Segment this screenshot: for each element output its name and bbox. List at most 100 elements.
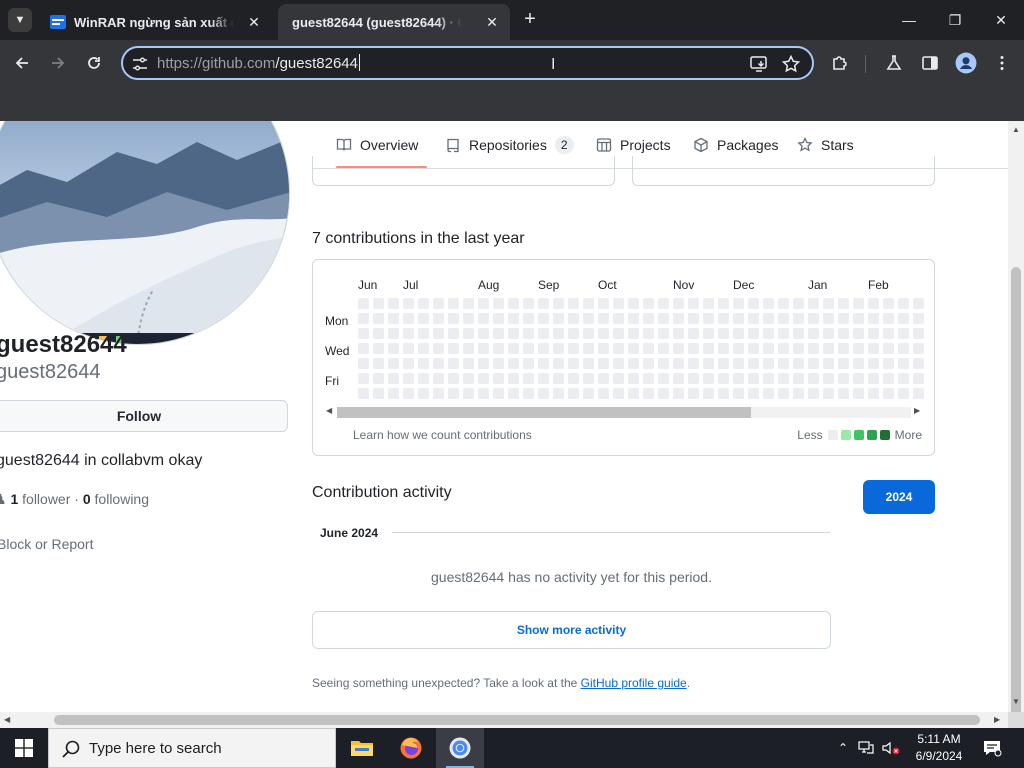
contribution-cell[interactable] xyxy=(853,388,864,399)
contribution-cell[interactable] xyxy=(433,358,444,369)
close-window-button[interactable]: ✕ xyxy=(989,8,1013,32)
contribution-cell[interactable] xyxy=(553,373,564,384)
contribution-cell[interactable] xyxy=(628,313,639,324)
contribution-cell[interactable] xyxy=(553,343,564,354)
tab-overview[interactable]: Overview xyxy=(336,135,418,155)
contribution-cell[interactable] xyxy=(568,373,579,384)
contribution-cell[interactable] xyxy=(373,313,384,324)
contribution-cell[interactable] xyxy=(373,343,384,354)
contribution-cell[interactable] xyxy=(493,298,504,309)
contribution-cell[interactable] xyxy=(898,358,909,369)
restore-button[interactable]: ❐ xyxy=(943,8,967,32)
contribution-cell[interactable] xyxy=(793,388,804,399)
contribution-cell[interactable] xyxy=(733,328,744,339)
contribution-cell[interactable] xyxy=(883,373,894,384)
contribution-cell[interactable] xyxy=(553,388,564,399)
contribution-cell[interactable] xyxy=(643,313,654,324)
contribution-cell[interactable] xyxy=(358,313,369,324)
contribution-cell[interactable] xyxy=(508,328,519,339)
contribution-cell[interactable] xyxy=(853,298,864,309)
contribution-cell[interactable] xyxy=(688,358,699,369)
scroll-down-arrow-icon[interactable]: ▼ xyxy=(1012,697,1020,706)
contribution-cell[interactable] xyxy=(613,358,624,369)
contribution-cell[interactable] xyxy=(373,373,384,384)
contribution-cell[interactable] xyxy=(403,313,414,324)
contribution-cell[interactable] xyxy=(853,343,864,354)
contribution-cell[interactable] xyxy=(793,328,804,339)
contribution-cell[interactable] xyxy=(793,358,804,369)
contribution-cell[interactable] xyxy=(883,298,894,309)
start-button[interactable] xyxy=(0,728,48,768)
contribution-cell[interactable] xyxy=(763,388,774,399)
contribution-cell[interactable] xyxy=(808,388,819,399)
contribution-cell[interactable] xyxy=(913,388,924,399)
site-info-icon[interactable] xyxy=(131,55,149,73)
tab-repositories[interactable]: Repositories 2 xyxy=(445,135,574,155)
contribution-cell[interactable] xyxy=(703,328,714,339)
contribution-cell[interactable] xyxy=(898,373,909,384)
url-text[interactable]: https://github.com/guest82644 xyxy=(157,54,360,72)
contribution-cell[interactable] xyxy=(898,388,909,399)
menu-button[interactable] xyxy=(990,51,1014,75)
contribution-cell[interactable] xyxy=(523,358,534,369)
contribution-cell[interactable] xyxy=(733,343,744,354)
contribution-cell[interactable] xyxy=(763,358,774,369)
contribution-cell[interactable] xyxy=(478,343,489,354)
contribution-cell[interactable] xyxy=(808,328,819,339)
contribution-cell[interactable] xyxy=(598,358,609,369)
contribution-cell[interactable] xyxy=(823,358,834,369)
contribution-cell[interactable] xyxy=(748,328,759,339)
contribution-cell[interactable] xyxy=(823,328,834,339)
contribution-cell[interactable] xyxy=(388,343,399,354)
contribution-cell[interactable] xyxy=(913,343,924,354)
contribution-cell[interactable] xyxy=(748,373,759,384)
contribution-cell[interactable] xyxy=(403,373,414,384)
contribution-cell[interactable] xyxy=(433,298,444,309)
contribution-cell[interactable] xyxy=(733,388,744,399)
year-2024-button[interactable]: 2024 xyxy=(863,480,935,514)
contribution-cell[interactable] xyxy=(868,298,879,309)
contribution-cell[interactable] xyxy=(448,373,459,384)
contribution-cell[interactable] xyxy=(838,343,849,354)
contribution-cell[interactable] xyxy=(658,358,669,369)
tab-projects[interactable]: Projects xyxy=(596,135,671,155)
taskbar-firefox[interactable] xyxy=(387,728,435,768)
contribution-cell[interactable] xyxy=(433,313,444,324)
contribution-cell[interactable] xyxy=(463,298,474,309)
contribution-cell[interactable] xyxy=(883,328,894,339)
contribution-cell[interactable] xyxy=(778,328,789,339)
notification-button[interactable] xyxy=(982,728,1002,768)
contribution-cell[interactable] xyxy=(478,373,489,384)
contribution-cell[interactable] xyxy=(493,388,504,399)
contribution-cell[interactable] xyxy=(688,298,699,309)
contribution-cell[interactable] xyxy=(868,343,879,354)
contribution-cell[interactable] xyxy=(493,373,504,384)
volume-muted-icon[interactable] xyxy=(882,741,900,755)
contribution-cell[interactable] xyxy=(868,358,879,369)
contribution-cell[interactable] xyxy=(643,373,654,384)
contribution-cell[interactable] xyxy=(418,343,429,354)
contribution-cell[interactable] xyxy=(703,343,714,354)
contribution-cell[interactable] xyxy=(823,298,834,309)
contribution-cell[interactable] xyxy=(898,313,909,324)
contribution-cell[interactable] xyxy=(418,358,429,369)
contribution-cell[interactable] xyxy=(463,328,474,339)
contribution-cell[interactable] xyxy=(478,328,489,339)
contribution-cell[interactable] xyxy=(373,388,384,399)
scroll-up-arrow-icon[interactable]: ▲ xyxy=(1012,125,1020,134)
contribution-cell[interactable] xyxy=(403,328,414,339)
contribution-cell[interactable] xyxy=(838,373,849,384)
contribution-cell[interactable] xyxy=(808,313,819,324)
contribution-cell[interactable] xyxy=(733,298,744,309)
contribution-cell[interactable] xyxy=(508,298,519,309)
contribution-cell[interactable] xyxy=(673,328,684,339)
contribution-cell[interactable] xyxy=(778,388,789,399)
contribution-cell[interactable] xyxy=(763,328,774,339)
page-vertical-scrollbar[interactable]: ▲ ▼ xyxy=(1008,121,1024,743)
pinned-repo-card[interactable] xyxy=(632,156,935,186)
contribution-cell[interactable] xyxy=(523,328,534,339)
network-icon[interactable] xyxy=(858,741,874,755)
profile-guide-link[interactable]: GitHub profile guide xyxy=(581,676,687,690)
contribution-cell[interactable] xyxy=(358,373,369,384)
contribution-cell[interactable] xyxy=(538,298,549,309)
